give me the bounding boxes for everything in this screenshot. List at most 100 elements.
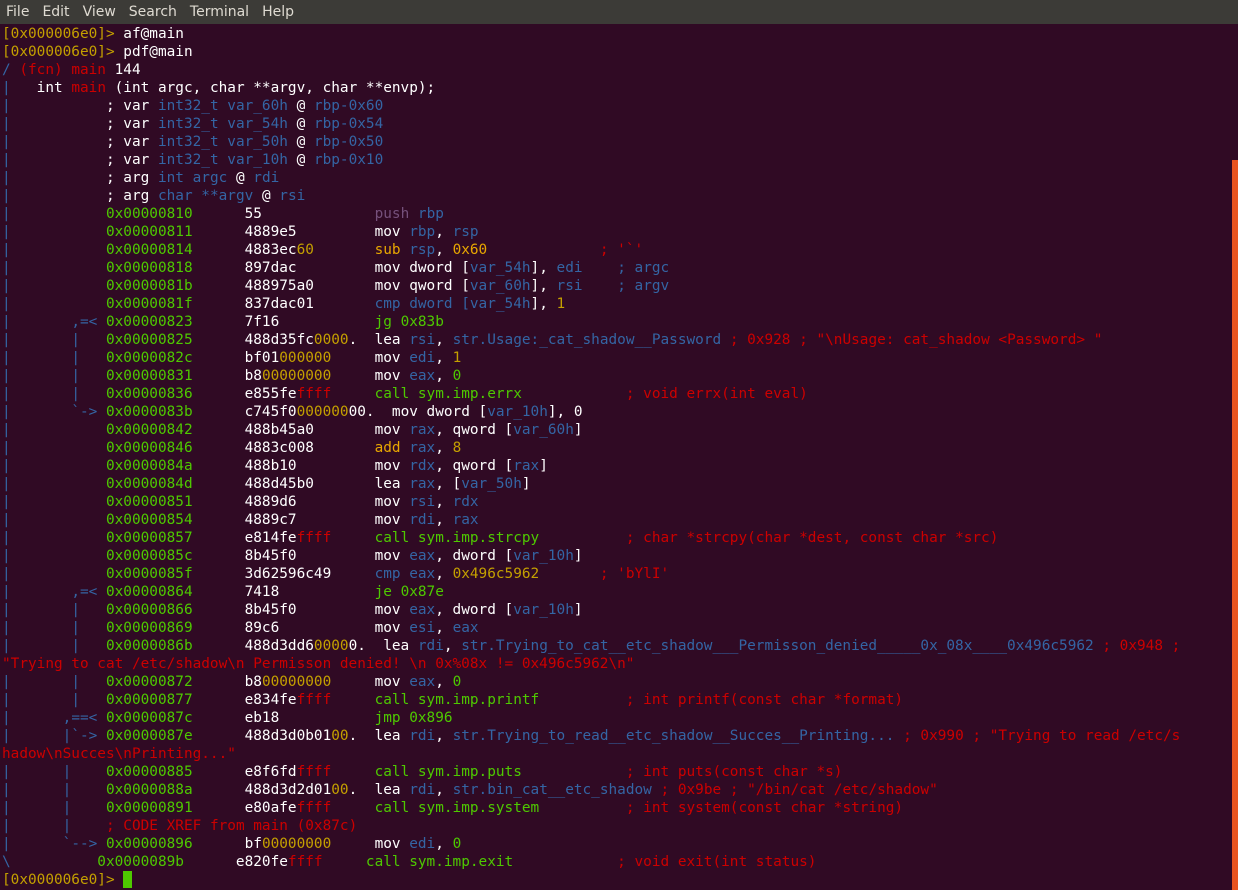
terminal-text: call sym.imp.strcpy [374, 530, 540, 546]
terminal-text: , [435, 368, 453, 384]
terminal-text: 488b10 [192, 458, 375, 474]
terminal-text: 0x0000082c [105, 350, 193, 366]
terminal-text: bf01 [192, 350, 280, 366]
terminal-text: 1 [452, 350, 462, 366]
terminal-text: 00000000 [261, 836, 332, 852]
menu-file[interactable]: File [0, 0, 36, 24]
terminal-line: [0x000006e0]> pdf@main [2, 43, 193, 61]
terminal-text: , [435, 332, 453, 348]
terminal-text: rdi [409, 512, 436, 528]
terminal-text: | [2, 422, 11, 438]
terminal-text: 0x0000081f [10, 296, 193, 312]
terminal-text: | [10, 350, 106, 366]
terminal-text: @ [287, 116, 314, 132]
terminal-text: | [2, 278, 11, 294]
terminal-text: mov [374, 458, 410, 474]
terminal-line: | 0x0000085f 3d62596c49 cmp eax, 0x496c5… [2, 565, 669, 583]
menu-terminal[interactable]: Terminal [184, 0, 256, 24]
terminal-line: | 0x0000085c 8b45f0 mov eax, dword [var_… [2, 547, 583, 565]
terminal-text: eax [452, 620, 479, 636]
terminal-text: 0x00000810 [10, 206, 193, 222]
terminal-text: ; 0x948 ; [1093, 638, 1181, 654]
menu-help[interactable]: Help [256, 0, 301, 24]
terminal-line: | | 0x00000836 e855feffff call sym.imp.e… [2, 385, 808, 403]
terminal-text: 0x00000872 [105, 674, 193, 690]
terminal-line: / (fcn) main 144 [2, 61, 141, 79]
terminal-text: mov [374, 836, 410, 852]
terminal-text: 488b45a0 [192, 422, 375, 438]
terminal-text: jmp 0x896 [374, 710, 453, 726]
terminal-line: hadow\nSucces\nPrinting..." [2, 745, 236, 763]
terminal-text: | [2, 404, 11, 420]
terminal-line: [0x000006e0]> [2, 871, 133, 889]
terminal-text: bf [192, 836, 262, 852]
terminal-line: | ; arg int argc @ rdi [2, 169, 279, 187]
terminal-text: rdi [409, 728, 436, 744]
terminal-text: | [2, 584, 11, 600]
terminal-line: | 0x0000081f 837dac01 cmp dword [var_54h… [2, 295, 565, 313]
terminal-text: | [2, 494, 11, 510]
terminal-text: . [348, 782, 375, 798]
terminal-line: | | 0x0000088a 488d3d2d0100. lea rdi, st… [2, 781, 938, 799]
terminal-text: | [2, 296, 11, 312]
terminal-text: | [2, 602, 11, 618]
terminal-text: lea [374, 476, 410, 492]
terminal-text: jg 0x83b [374, 314, 444, 330]
terminal-text: 7418 [192, 584, 375, 600]
terminal-text: eb18 [192, 710, 375, 726]
menu-bar: File Edit View Search Terminal Help [0, 0, 1238, 24]
terminal-text: @ [253, 188, 280, 204]
terminal-text: 4883ec [192, 242, 297, 258]
terminal-text: ], [530, 260, 557, 276]
terminal-text: rdi [253, 170, 280, 186]
terminal-text: 837dac01 [192, 296, 375, 312]
terminal-text: | [2, 350, 11, 366]
menu-edit[interactable]: Edit [36, 0, 76, 24]
terminal-text: | [2, 620, 11, 636]
terminal-text: call sym.imp.puts [374, 764, 522, 780]
terminal-text: , [435, 620, 453, 636]
terminal-text: @ [287, 152, 314, 168]
terminal-text: rdi [417, 638, 444, 654]
terminal-text: | [2, 170, 11, 186]
terminal-text: lea [383, 638, 418, 654]
terminal-text: e8f6fd [192, 764, 297, 780]
terminal-text: e814fe [192, 530, 297, 546]
terminal-text: 0000 [313, 638, 349, 654]
terminal-text: , [435, 836, 453, 852]
terminal-text: , qword [ [435, 422, 514, 438]
terminal-text: ffff [296, 530, 332, 546]
terminal-output[interactable]: [0x000006e0]> af@main [0x000006e0]> pdf@m… [0, 24, 1232, 890]
terminal-text: 0x00000869 [105, 620, 193, 636]
terminal-text: [0x000006e0]> [2, 44, 115, 60]
terminal-text: 000000 [296, 404, 349, 420]
terminal-text: 00. [348, 404, 392, 420]
terminal-text: var_54h [469, 260, 531, 276]
terminal-line: | 0x00000814 4883ec60 sub rsp, 0x60 ; '`… [2, 241, 643, 259]
terminal-line: | ; var int32_t var_10h @ rbp-0x10 [2, 151, 383, 169]
terminal-text: add [374, 440, 410, 456]
terminal-text: "Trying to cat /etc/shadow\n Permisson d… [2, 656, 635, 672]
terminal-line: [0x000006e0]> af@main [2, 25, 184, 43]
terminal-text: 488d3d2d01 [192, 782, 332, 798]
scrollbar-thumb[interactable] [1232, 160, 1238, 890]
terminal-text: var_60h [469, 278, 531, 294]
terminal-text: 0x00000866 [105, 602, 193, 618]
terminal-text: e834fe [192, 692, 297, 708]
menu-search[interactable]: Search [123, 0, 184, 24]
terminal-text: / [2, 62, 11, 78]
terminal-text: je 0x87e [374, 584, 444, 600]
terminal-text: (fcn) main [10, 62, 106, 78]
terminal-text: | [2, 224, 11, 240]
terminal-text: cmp dword [ [374, 296, 470, 312]
terminal-text: hadow\nSucces\nPrinting..." [2, 746, 236, 762]
terminal-text: b8 [192, 368, 262, 384]
terminal-text: 0x00000854 [10, 512, 193, 528]
terminal-text: rax [452, 512, 479, 528]
terminal-text: 00000000 [261, 674, 332, 690]
terminal-text: 0x00000823 [105, 314, 193, 330]
terminal-text: ] [573, 602, 583, 618]
menu-view[interactable]: View [77, 0, 123, 24]
